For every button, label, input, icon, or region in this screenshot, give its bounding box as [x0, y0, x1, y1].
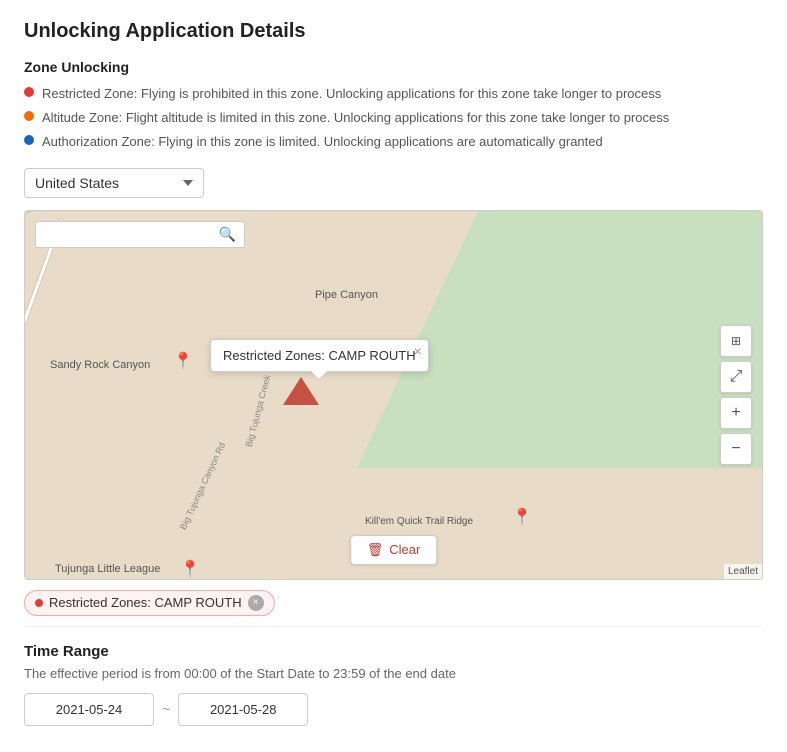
date-range-row: ~	[24, 693, 763, 726]
expand-icon: ⤢	[730, 368, 743, 386]
legend-item-restricted: Restricted Zone: Flying is prohibited in…	[24, 85, 763, 103]
map-controls: ⊞ ⤢ + −	[720, 325, 752, 465]
clear-button[interactable]: 🗑 Clear	[350, 535, 438, 565]
start-date-input[interactable]	[24, 693, 154, 726]
popup-close-button[interactable]: ×	[413, 344, 421, 358]
zoom-in-button[interactable]: +	[720, 397, 752, 429]
altitude-label: Altitude Zone: Flight altitude is limite…	[42, 109, 669, 127]
date-separator: ~	[162, 701, 170, 717]
restricted-zone-marker[interactable]	[283, 377, 319, 405]
map-container[interactable]: Pipe Canyon Sandy Rock Canyon Kill'em Qu…	[24, 210, 763, 580]
clear-button-label: Clear	[389, 542, 420, 557]
map-label-sandy-rock: Sandy Rock Canyon	[50, 359, 150, 371]
map-label-tujunga-league: Tujunga Little League	[55, 563, 160, 575]
zone-tag-label: Restricted Zones: CAMP ROUTH	[49, 595, 242, 610]
authorization-label: Authorization Zone: Flying in this zone …	[42, 133, 603, 151]
layers-icon: ⊞	[731, 334, 741, 348]
time-range-description: The effective period is from 00:00 of th…	[24, 666, 763, 681]
popup-text: Restricted Zones: CAMP ROUTH	[223, 348, 416, 363]
map-label-killem-quick: Kill'em Quick Trail Ridge	[365, 516, 473, 527]
sandy-rock-pin: 📍	[173, 351, 193, 371]
zone-unlocking-title: Zone Unlocking	[24, 59, 763, 75]
layers-button[interactable]: ⊞	[720, 325, 752, 357]
chevron-down-icon	[183, 180, 193, 186]
map-label-pipe-canyon: Pipe Canyon	[315, 289, 378, 301]
authorization-dot	[24, 135, 34, 145]
map-search-box[interactable]: 🔍	[35, 221, 245, 248]
end-date-input[interactable]	[178, 693, 308, 726]
restricted-dot	[24, 87, 34, 97]
expand-button[interactable]: ⤢	[720, 361, 752, 393]
killem-quick-pin: 📍	[512, 507, 532, 527]
zone-unlocking-section: Zone Unlocking Restricted Zone: Flying i…	[24, 59, 763, 627]
page-title: Unlocking Application Details	[24, 20, 763, 43]
time-range-section: Time Range The effective period is from …	[24, 643, 763, 726]
selected-zones-row: Restricted Zones: CAMP ROUTH ×	[24, 580, 763, 627]
tujunga-pin: 📍	[180, 559, 200, 579]
legend-item-authorization: Authorization Zone: Flying in this zone …	[24, 133, 763, 151]
plus-icon: +	[731, 404, 740, 422]
altitude-dot	[24, 111, 34, 121]
zone-tag-camp-routh: Restricted Zones: CAMP ROUTH ×	[24, 590, 275, 616]
time-range-title: Time Range	[24, 643, 763, 660]
zone-tag-close-button[interactable]: ×	[248, 595, 264, 611]
country-selected-value: United States	[35, 175, 119, 191]
zoom-out-button[interactable]: −	[720, 433, 752, 465]
legend-item-altitude: Altitude Zone: Flight altitude is limite…	[24, 109, 763, 127]
trash-icon: 🗑	[367, 542, 384, 558]
search-icon: 🔍	[219, 226, 236, 243]
zone-tag-dot	[35, 599, 43, 607]
leaflet-attribution: Leaflet	[724, 564, 762, 579]
map-search-input[interactable]	[44, 227, 215, 242]
map-popup: Restricted Zones: CAMP ROUTH ×	[210, 339, 429, 372]
restricted-label: Restricted Zone: Flying is prohibited in…	[42, 85, 661, 103]
legend-list: Restricted Zone: Flying is prohibited in…	[24, 85, 763, 152]
minus-icon: −	[731, 440, 740, 458]
country-select[interactable]: United States	[24, 168, 204, 198]
